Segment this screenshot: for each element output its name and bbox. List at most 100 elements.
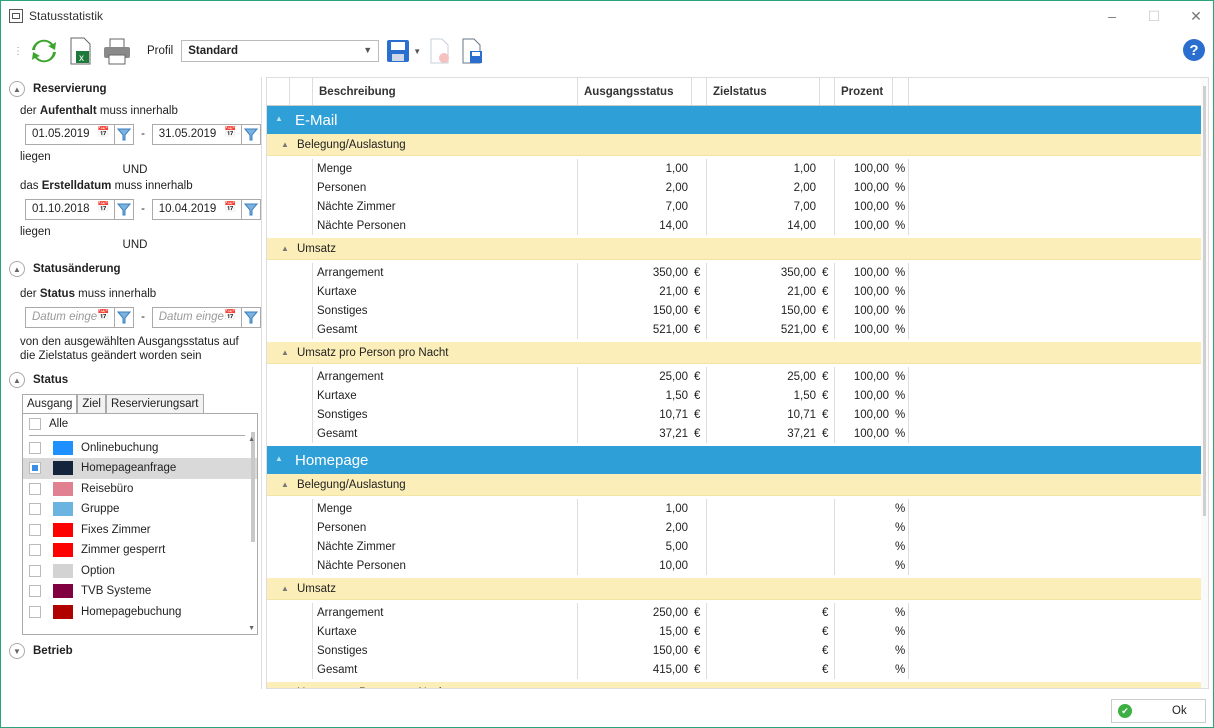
section-reservierung[interactable]: ▲ Reservierung (9, 77, 261, 101)
table-row[interactable]: Nächte Personen 10,00% (267, 556, 1208, 575)
group-header[interactable]: ▲ Homepage (267, 446, 1208, 474)
chevron-down-icon[interactable]: ▼ (9, 643, 25, 659)
calendar-icon[interactable]: 📅 (97, 202, 109, 213)
profil-select[interactable]: Standard ▼ (181, 40, 380, 62)
status-list-item[interactable]: Onlinebuchung (23, 438, 257, 459)
status-list-item[interactable]: Homepagebuchung (23, 602, 257, 623)
table-row[interactable]: Gesamt 37,21 €37,21 €100,00% (267, 424, 1208, 443)
checkbox[interactable] (29, 482, 41, 495)
chevron-up-icon[interactable]: ▲ (281, 244, 289, 253)
help-icon[interactable]: ? (1183, 39, 1205, 61)
subgroup-header[interactable]: ▲ Umsatz (267, 578, 1208, 600)
status-list-item[interactable]: Reisebüro (23, 479, 257, 500)
filter-icon[interactable] (241, 198, 261, 220)
chevron-up-icon[interactable]: ▲ (281, 584, 289, 593)
status-list-item[interactable]: Option (23, 561, 257, 582)
table-row[interactable]: Arrangement 25,00 €25,00 €100,00% (267, 367, 1208, 386)
tab-ziel[interactable]: Ziel (77, 394, 106, 413)
table-row[interactable]: Gesamt 415,00 € €% (267, 660, 1208, 679)
table-row[interactable]: Sonstiges 10,71 €10,71 €100,00% (267, 405, 1208, 424)
checkbox[interactable] (29, 585, 41, 598)
erstell-from-date[interactable]: 01.10.2018 📅 (25, 198, 115, 220)
table-row[interactable]: Sonstiges 150,00 € €% (267, 641, 1208, 660)
status-from-date[interactable]: Datum einge 📅 (25, 306, 115, 328)
refresh-icon[interactable] (29, 36, 59, 66)
table-row[interactable]: Kurtaxe 21,00 €21,00 €100,00% (267, 282, 1208, 301)
subgroup-header[interactable]: ▲ Umsatz (267, 238, 1208, 260)
chevron-up-icon[interactable]: ▲ (9, 261, 25, 277)
maximize-icon[interactable]: ☐ (1143, 7, 1165, 25)
table-row[interactable]: Kurtaxe 15,00 € €% (267, 622, 1208, 641)
scroll-down-icon[interactable]: ▼ (248, 625, 255, 632)
chevron-up-icon[interactable]: ▲ (281, 688, 289, 689)
section-betrieb[interactable]: ▼ Betrieb (9, 639, 261, 663)
column-header-ausgangsstatus[interactable]: Ausgangsstatus (578, 78, 692, 105)
table-row[interactable]: Menge 1,00% (267, 499, 1208, 518)
table-row[interactable]: Personen 2,00 2,00 100,00% (267, 178, 1208, 197)
table-row[interactable]: Arrangement 250,00 € €% (267, 603, 1208, 622)
calendar-icon[interactable]: 📅 (224, 202, 236, 213)
aufenthalt-from-date[interactable]: 01.05.2019 📅 (25, 123, 115, 145)
table-row[interactable]: Personen 2,00% (267, 518, 1208, 537)
status-list-item[interactable]: Zimmer gesperrt (23, 540, 257, 561)
checkbox[interactable] (29, 544, 41, 557)
tab-ausgang[interactable]: Ausgang (22, 394, 78, 413)
status-to-date[interactable]: Datum einge 📅 (151, 306, 242, 328)
chevron-up-icon[interactable]: ▲ (281, 480, 289, 489)
checkbox[interactable] (29, 441, 41, 454)
scrollbar[interactable] (251, 432, 255, 542)
print-icon[interactable] (101, 36, 133, 66)
save-profile-icon[interactable] (385, 36, 411, 66)
table-row[interactable]: Gesamt 521,00 €521,00 €100,00% (267, 320, 1208, 339)
filter-icon[interactable] (114, 198, 135, 220)
table-row[interactable]: Nächte Zimmer 7,00 7,00 100,00% (267, 197, 1208, 216)
table-row[interactable]: Nächte Zimmer 5,00% (267, 537, 1208, 556)
chevron-up-icon[interactable]: ▲ (275, 454, 283, 463)
chevron-up-icon[interactable]: ▲ (9, 372, 25, 388)
chevron-up-icon[interactable]: ▲ (281, 348, 289, 357)
subgroup-header[interactable]: ▲ Belegung/Auslastung (267, 474, 1208, 496)
table-row[interactable]: Sonstiges 150,00 €150,00 €100,00% (267, 301, 1208, 320)
status-list-item[interactable]: Homepageanfrage (23, 458, 257, 479)
chevron-up-icon[interactable]: ▲ (9, 81, 25, 97)
subgroup-header[interactable]: ▲ Belegung/Auslastung (267, 134, 1208, 156)
scroll-thumb[interactable] (1203, 86, 1206, 516)
checkbox[interactable] (29, 564, 41, 577)
excel-export-icon[interactable]: x (65, 36, 95, 66)
checkbox[interactable] (29, 462, 41, 475)
filter-icon[interactable] (241, 306, 261, 328)
calendar-icon[interactable]: 📅 (97, 127, 109, 138)
aufenthalt-to-date[interactable]: 31.05.2019 📅 (151, 123, 242, 145)
save-as-icon[interactable] (459, 36, 485, 66)
list-item-alle[interactable]: Alle (23, 414, 257, 435)
chevron-up-icon[interactable]: ▲ (275, 114, 283, 123)
erstell-to-date[interactable]: 10.04.2019 📅 (151, 198, 242, 220)
checkbox[interactable] (29, 523, 41, 536)
status-list-item[interactable]: Gruppe (23, 499, 257, 520)
calendar-icon[interactable]: 📅 (224, 310, 236, 321)
column-header-zielstatus[interactable]: Zielstatus (707, 78, 820, 105)
checkbox[interactable] (29, 503, 41, 516)
calendar-icon[interactable]: 📅 (224, 127, 236, 138)
column-header-beschreibung[interactable]: Beschreibung (313, 78, 578, 105)
minimize-icon[interactable]: – (1101, 7, 1123, 25)
column-header-prozent[interactable]: Prozent (835, 78, 893, 105)
filter-icon[interactable] (114, 123, 135, 145)
status-list-item[interactable]: TVB Systeme (23, 581, 257, 602)
save-dropdown-icon[interactable]: ▼ (413, 47, 421, 56)
close-icon[interactable]: ✕ (1185, 7, 1207, 25)
status-list-item[interactable]: Fixes Zimmer (23, 520, 257, 541)
scroll-up-icon[interactable]: ▲ (248, 436, 255, 443)
subgroup-header[interactable]: ▲ Umsatz pro Person pro Nacht (267, 682, 1208, 689)
table-row[interactable]: Arrangement 350,00 €350,00 €100,00% (267, 263, 1208, 282)
calendar-icon[interactable]: 📅 (97, 310, 109, 321)
group-header[interactable]: ▲ E-Mail (267, 106, 1208, 134)
checkbox[interactable] (29, 605, 41, 618)
table-row[interactable]: Kurtaxe 1,50 €1,50 €100,00% (267, 386, 1208, 405)
chevron-up-icon[interactable]: ▲ (281, 140, 289, 149)
delete-profile-icon[interactable] (427, 36, 453, 66)
table-row[interactable]: Nächte Personen 14,00 14,00 100,00% (267, 216, 1208, 235)
filter-icon[interactable] (114, 306, 135, 328)
ok-button[interactable]: ✔ Ok (1111, 699, 1206, 723)
table-row[interactable]: Menge 1,00 1,00 100,00% (267, 159, 1208, 178)
